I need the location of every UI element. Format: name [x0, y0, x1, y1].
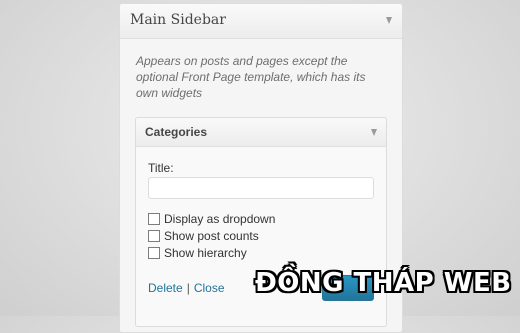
option-post-counts[interactable]: Show post counts	[148, 228, 259, 244]
sidebar-header[interactable]: Main Sidebar	[120, 4, 402, 39]
title-field-label: Title:	[148, 161, 174, 175]
sidebar-title: Main Sidebar	[130, 12, 226, 28]
delete-link[interactable]: Delete	[148, 281, 183, 295]
close-link[interactable]: Close	[194, 281, 225, 295]
post-counts-checkbox[interactable]	[148, 230, 160, 242]
watermark: ĐỒNG THÁP WEB	[255, 268, 512, 298]
sidebar-toggle-icon[interactable]	[386, 17, 392, 24]
option-hierarchy[interactable]: Show hierarchy	[148, 245, 247, 261]
hierarchy-label[interactable]: Show hierarchy	[164, 246, 247, 260]
widget-title: Categories	[145, 125, 208, 139]
widget-toggle-icon[interactable]	[371, 129, 377, 136]
display-dropdown-label[interactable]: Display as dropdown	[164, 212, 275, 226]
post-counts-label[interactable]: Show post counts	[164, 229, 259, 243]
widget-actions: Delete | Close	[148, 281, 225, 295]
hierarchy-checkbox[interactable]	[148, 247, 160, 259]
option-display-dropdown[interactable]: Display as dropdown	[148, 211, 275, 227]
sidebar-description: Appears on posts and pages except the op…	[136, 54, 366, 100]
title-input[interactable]	[148, 177, 374, 199]
display-dropdown-checkbox[interactable]	[148, 213, 160, 225]
widget-header[interactable]: Categories	[136, 118, 386, 147]
link-separator: |	[186, 281, 190, 295]
